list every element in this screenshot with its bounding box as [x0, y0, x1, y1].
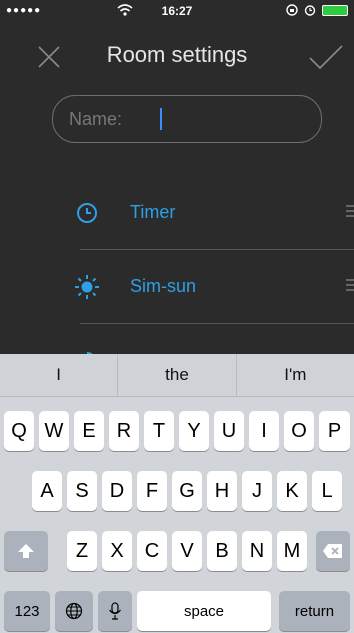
key-t[interactable]: T [144, 411, 174, 451]
list-item-sim-sun[interactable]: Sim-sun [0, 250, 354, 324]
space-key[interactable]: space [137, 591, 271, 631]
key-j[interactable]: J [242, 471, 272, 511]
key-w[interactable]: W [39, 411, 69, 451]
sun-icon [75, 275, 99, 299]
key-p[interactable]: P [319, 411, 350, 451]
key-l[interactable]: L [312, 471, 342, 511]
delete-key[interactable] [316, 531, 350, 571]
name-field-label: Name: [69, 108, 123, 129]
key-g[interactable]: G [172, 471, 202, 511]
key-q[interactable]: Q [4, 411, 34, 451]
shift-key[interactable] [4, 531, 48, 571]
key-o[interactable]: O [284, 411, 314, 451]
numbers-key[interactable]: 123 [4, 591, 50, 631]
suggestion-1[interactable]: I [0, 354, 117, 396]
page-title: Room settings [106, 42, 248, 67]
key-a[interactable]: A [32, 471, 62, 511]
reorder-handle-icon[interactable] [346, 204, 354, 218]
list-item-timer[interactable]: Timer [0, 176, 354, 250]
key-m[interactable]: M [277, 531, 307, 571]
key-n[interactable]: N [242, 531, 272, 571]
confirm-check-icon[interactable] [308, 42, 344, 72]
status-bar: ●●●●● 16:27 [0, 0, 354, 22]
key-v[interactable]: V [172, 531, 202, 571]
rotation-lock-icon [286, 4, 298, 16]
suggestion-2[interactable]: the [117, 354, 235, 396]
key-f[interactable]: F [137, 471, 167, 511]
suggestion-3[interactable]: I'm [235, 354, 354, 396]
name-field[interactable]: Name: [52, 95, 322, 143]
microphone-icon [109, 602, 121, 620]
status-right [286, 4, 348, 16]
key-c[interactable]: C [137, 531, 167, 571]
key-s[interactable]: S [67, 471, 97, 511]
clock-icon [77, 203, 97, 223]
key-y[interactable]: Y [179, 411, 209, 451]
globe-icon [65, 602, 83, 620]
alarm-icon [304, 5, 316, 16]
key-k[interactable]: K [277, 471, 307, 511]
key-r[interactable]: R [109, 411, 139, 451]
on-screen-keyboard: I the I'm Q W E R T Y U I O P A S D F G … [0, 354, 354, 633]
key-e[interactable]: E [74, 411, 104, 451]
dictation-key[interactable] [98, 591, 132, 631]
key-z[interactable]: Z [67, 531, 97, 571]
shift-arrow-icon [18, 544, 34, 558]
navigation-bar: Room settings [0, 24, 354, 88]
predictive-bar: I the I'm [0, 354, 354, 397]
key-d[interactable]: D [102, 471, 132, 511]
battery-icon [322, 4, 348, 16]
key-h[interactable]: H [207, 471, 237, 511]
return-key[interactable]: return [279, 591, 350, 631]
key-u[interactable]: U [214, 411, 244, 451]
backspace-icon [323, 544, 342, 558]
list-item-label: Sim-sun [130, 276, 197, 296]
key-i[interactable]: I [249, 411, 279, 451]
text-caret [160, 108, 163, 130]
list-item-label: Timer [130, 202, 176, 222]
reorder-handle-icon[interactable] [346, 278, 354, 292]
key-x[interactable]: X [102, 531, 132, 571]
globe-key[interactable] [55, 591, 93, 631]
key-b[interactable]: B [207, 531, 237, 571]
